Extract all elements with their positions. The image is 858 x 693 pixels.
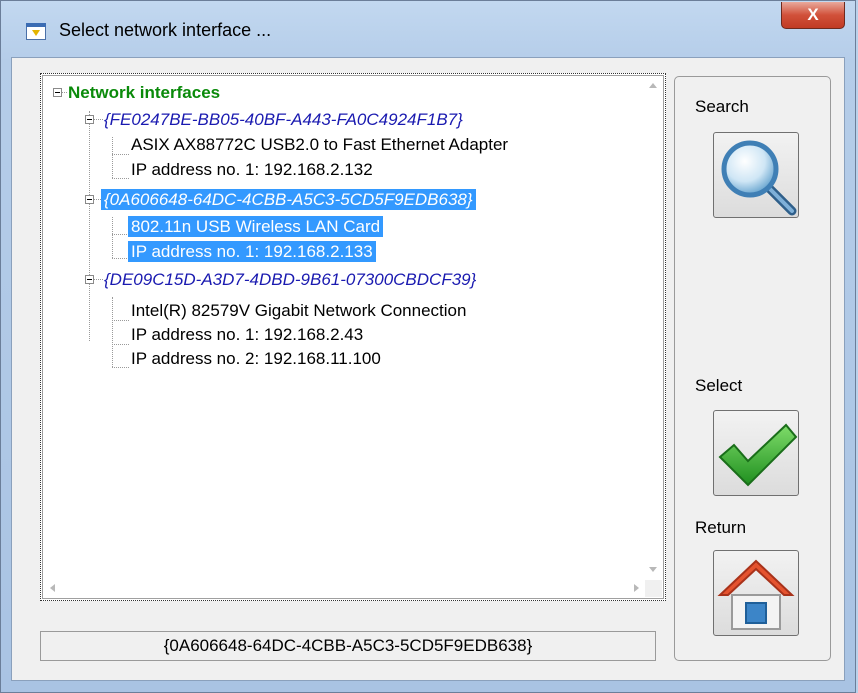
vertical-scrollbar[interactable]	[645, 77, 662, 578]
return-label: Return	[695, 518, 747, 537]
collapse-toggle-interface-2[interactable]	[85, 195, 94, 204]
collapse-toggle-root[interactable]	[53, 88, 62, 97]
tree-item-ip-address-1-1[interactable]: IP address no. 1: 192.168.2.132	[128, 159, 376, 180]
search-label: Search	[695, 97, 749, 116]
dialog-client-area: Network interfaces {FE0247BE-BB05-40BF-A…	[11, 57, 845, 681]
scroll-left-arrow-icon[interactable]	[50, 584, 55, 592]
tree-connector	[112, 258, 129, 259]
tree-connector	[112, 178, 129, 179]
tree-connector	[112, 344, 129, 345]
magnifier-icon	[721, 140, 797, 216]
search-button[interactable]	[713, 132, 799, 218]
title-bar[interactable]: Select network interface ... X	[1, 1, 855, 57]
tree-content: Network interfaces {FE0247BE-BB05-40BF-A…	[41, 74, 641, 574]
return-button[interactable]	[713, 550, 799, 636]
scroll-right-arrow-icon[interactable]	[634, 584, 639, 592]
tree-connector	[89, 111, 90, 341]
tree-item-interface-guid-2[interactable]: {0A606648-64DC-4CBB-A5C3-5CD5F9EDB638}	[101, 189, 476, 210]
tree-connector	[112, 297, 113, 367]
select-label: Select	[695, 376, 743, 395]
home-icon	[717, 559, 795, 630]
tree-root-network-interfaces[interactable]: Network interfaces	[65, 82, 223, 103]
app-window-icon	[26, 23, 46, 40]
tree-item-ip-address-2-1[interactable]: IP address no. 1: 192.168.2.133	[128, 241, 376, 262]
tree-item-interface-guid-1[interactable]: {FE0247BE-BB05-40BF-A443-FA0C4924F1B7}	[101, 109, 466, 130]
collapse-toggle-interface-3[interactable]	[85, 275, 94, 284]
scrollbar-corner	[645, 580, 662, 597]
tree-item-adapter-name-2[interactable]: 802.11n USB Wireless LAN Card	[128, 216, 384, 237]
close-button[interactable]: X	[781, 2, 845, 29]
tree-connector	[112, 137, 113, 178]
scroll-up-arrow-icon[interactable]	[649, 83, 657, 88]
tree-item-ip-address-3-2[interactable]: IP address no. 2: 192.168.11.100	[128, 348, 384, 369]
tree-connector	[112, 367, 129, 368]
selected-interface-field: {0A606648-64DC-4CBB-A5C3-5CD5F9EDB638}	[40, 631, 656, 661]
tree-connector	[112, 234, 129, 235]
tree-connector	[112, 154, 129, 155]
collapse-toggle-interface-1[interactable]	[85, 115, 94, 124]
window-title: Select network interface ...	[59, 20, 272, 40]
scroll-down-arrow-icon[interactable]	[649, 567, 657, 572]
tree-item-ip-address-3-1[interactable]: IP address no. 1: 192.168.2.43	[128, 324, 366, 345]
select-button[interactable]	[713, 410, 799, 496]
tree-item-adapter-name-3[interactable]: Intel(R) 82579V Gigabit Network Connecti…	[128, 300, 469, 321]
network-interface-tree[interactable]: Network interfaces {FE0247BE-BB05-40BF-A…	[40, 73, 666, 601]
tree-connector	[112, 320, 129, 321]
action-panel: Search Select Return	[674, 76, 831, 661]
tree-item-adapter-name-1[interactable]: ASIX AX88772C USB2.0 to Fast Ethernet Ad…	[128, 134, 511, 155]
tree-connector	[112, 217, 113, 258]
checkmark-icon	[718, 423, 798, 487]
dialog-window: Select network interface ... X Network i…	[0, 0, 856, 693]
horizontal-scrollbar[interactable]	[44, 580, 645, 597]
tree-item-interface-guid-3[interactable]: {DE09C15D-A3D7-4DBD-9B61-07300CBDCF39}	[101, 269, 479, 290]
